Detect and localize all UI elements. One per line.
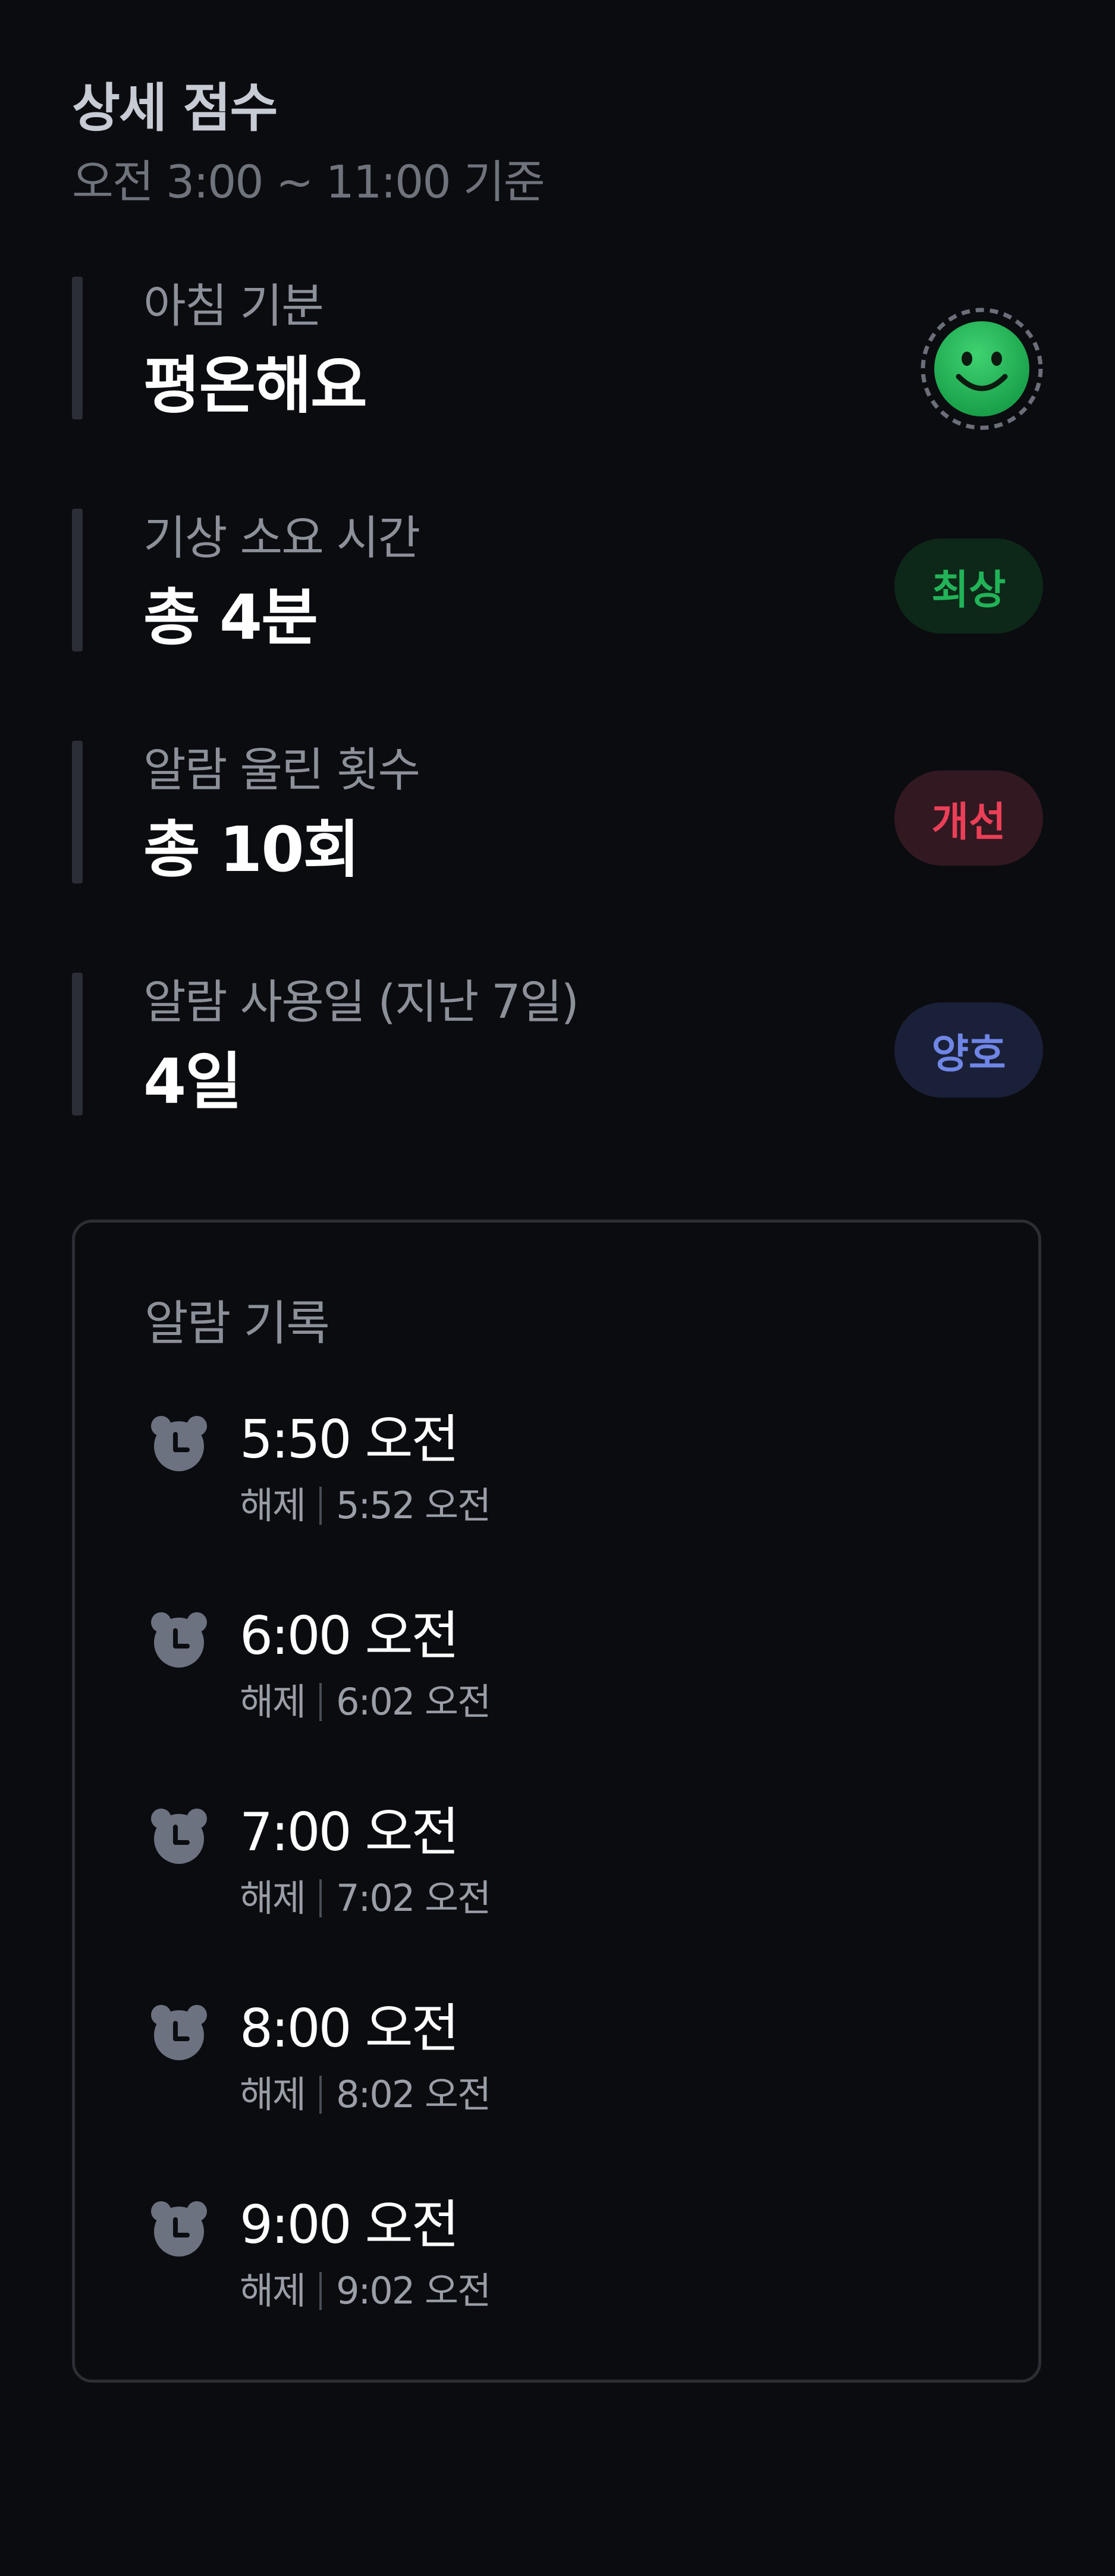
alarm-action: 해제 (240, 2073, 306, 2116)
metric-morning-mood: 아침 기분 평온해요 (72, 277, 1043, 430)
divider (319, 2272, 322, 2310)
alarm-dismiss-time: 5:52 오전 (336, 1484, 491, 1527)
alarm-clock-icon (151, 1809, 207, 1864)
page-header: 상세 점수 오전 3:00 ~ 11:00 기준 (72, 73, 545, 212)
divider (319, 1487, 322, 1525)
alarm-history-item: 9:00 오전 해제 9:02 오전 (149, 2192, 922, 2329)
alarm-action: 해제 (240, 1680, 306, 1723)
metric-label: 아침 기분 (143, 280, 324, 333)
alarm-history-card: 알람 기록 5:50 오전 해제 5:52 오전 6:00 오전 해제 6:02… (72, 1220, 1041, 2383)
grade-badge-improve: 개선 (894, 770, 1043, 866)
metric-accent-bar (72, 277, 83, 419)
alarm-dismiss-time: 7:02 오전 (336, 1876, 491, 1920)
metric-alarm-ring-count: 알람 울린 횟수 총 10회 개선 (72, 741, 1043, 886)
divider (319, 1879, 322, 1917)
divider (319, 2076, 322, 2114)
alarm-time: 5:50 오전 (240, 1409, 460, 1470)
metric-label: 알람 사용일 (지난 7일) (143, 976, 579, 1029)
smile-face-icon (921, 308, 1043, 430)
alarm-clock-icon (151, 1612, 207, 1668)
alarm-action: 해제 (240, 1876, 306, 1920)
divider (319, 1683, 322, 1721)
alarm-time: 6:00 오전 (240, 1605, 460, 1666)
alarm-dismiss-time: 6:02 오전 (336, 1680, 491, 1723)
grade-badge-best: 최상 (894, 538, 1043, 634)
alarm-dismiss-info: 해제 8:02 오전 (240, 2071, 491, 2119)
time-range-subtitle: 오전 3:00 ~ 11:00 기준 (72, 155, 545, 208)
alarm-dismiss-time: 9:02 오전 (336, 2269, 491, 2312)
alarm-dismiss-info: 해제 7:02 오전 (240, 1875, 491, 1922)
page-title: 상세 점수 (72, 77, 278, 139)
alarm-dismiss-info: 해제 6:02 오전 (240, 1678, 491, 1726)
detail-score-page: 상세 점수 오전 3:00 ~ 11:00 기준 아침 기분 평온해요 기상 소… (0, 0, 1115, 2576)
alarm-dismiss-info: 해제 9:02 오전 (240, 2267, 491, 2315)
metric-wakeup-duration: 기상 소요 시간 총 4분 최상 (72, 509, 1043, 654)
metric-accent-bar (72, 741, 83, 883)
alarm-clock-icon (151, 2005, 207, 2060)
alarm-action: 해제 (240, 2269, 306, 2312)
alarm-history-item: 7:00 오전 해제 7:02 오전 (149, 1800, 922, 1936)
metric-accent-bar (72, 509, 83, 651)
alarm-dismiss-info: 해제 5:52 오전 (240, 1482, 491, 1530)
alarm-clock-icon (151, 1416, 207, 1471)
metric-value: 평온해요 (143, 349, 368, 422)
metric-alarm-usage-days: 알람 사용일 (지난 7일) 4일 양호 (72, 973, 1043, 1118)
metric-label: 알람 울린 횟수 (143, 744, 420, 797)
metric-value: 총 4분 (143, 581, 318, 654)
alarm-time: 9:00 오전 (240, 2194, 460, 2255)
alarm-history-title: 알람 기록 (145, 1296, 330, 1351)
metric-value: 총 10회 (143, 813, 360, 886)
alarm-dismiss-time: 8:02 오전 (336, 2073, 491, 2116)
alarm-time: 8:00 오전 (240, 1998, 460, 2059)
alarm-clock-icon (151, 2201, 207, 2257)
alarm-action: 해제 (240, 1484, 306, 1527)
grade-badge-good: 양호 (894, 1002, 1043, 1098)
metric-label: 기상 소요 시간 (143, 512, 420, 565)
alarm-history-item: 8:00 오전 해제 8:02 오전 (149, 1996, 922, 2133)
metric-accent-bar (72, 973, 83, 1115)
metric-value: 4일 (143, 1045, 242, 1118)
alarm-history-item: 6:00 오전 해제 6:02 오전 (149, 1603, 922, 1740)
alarm-time: 7:00 오전 (240, 1801, 460, 1863)
alarm-history-item: 5:50 오전 해제 5:52 오전 (149, 1407, 922, 1544)
